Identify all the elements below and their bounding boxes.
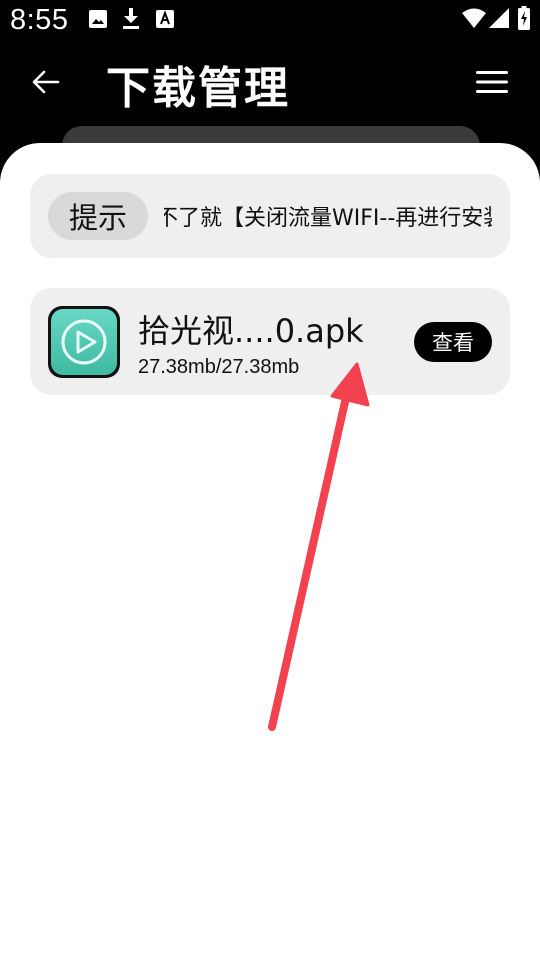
annotation-arrow <box>268 362 370 731</box>
download-manager-screen: 8:55 下载管理 提示 不了就【关闭流量WIFI--再进行安 拾光视....0… <box>0 0 540 960</box>
